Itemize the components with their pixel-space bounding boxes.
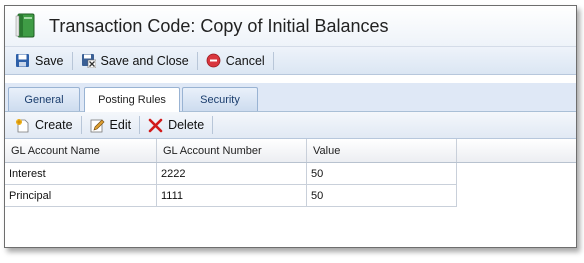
save-button[interactable]: Save bbox=[9, 50, 70, 72]
toolbar-divider bbox=[212, 116, 214, 134]
green-book-icon bbox=[15, 13, 37, 39]
toolbar-divider bbox=[139, 116, 141, 134]
cell-gl-account-name: Interest bbox=[5, 163, 157, 185]
edit-pencil-icon bbox=[90, 118, 105, 133]
floppy-disk-icon bbox=[15, 53, 30, 68]
main-toolbar: Save Save and Close Cancel bbox=[5, 47, 576, 75]
tab-general[interactable]: General bbox=[8, 87, 80, 111]
cancel-label: Cancel bbox=[225, 53, 265, 68]
cell-gl-account-number: 2222 bbox=[157, 163, 307, 185]
save-and-close-button[interactable]: Save and Close bbox=[75, 50, 195, 72]
cell-value: 50 bbox=[307, 185, 457, 207]
cancel-icon bbox=[206, 53, 221, 68]
toolbar-divider bbox=[80, 116, 82, 134]
column-header-value[interactable]: Value bbox=[307, 139, 457, 162]
delete-label: Delete bbox=[168, 118, 205, 132]
column-header-gl-account-number[interactable]: GL Account Number bbox=[157, 139, 307, 162]
grid-toolbar: Create Edit Delete bbox=[5, 112, 576, 139]
table-row[interactable]: Interest 2222 50 bbox=[5, 163, 457, 185]
edit-button[interactable]: Edit bbox=[84, 114, 138, 136]
grid-header: GL Account Name GL Account Number Value bbox=[5, 139, 457, 163]
cancel-button[interactable]: Cancel bbox=[200, 50, 271, 72]
grid-header-filler bbox=[457, 139, 576, 163]
save-label: Save bbox=[35, 53, 64, 68]
cell-gl-account-number: 1111 bbox=[157, 185, 307, 207]
table-row[interactable]: Principal 1111 50 bbox=[5, 185, 457, 207]
toolbar-divider bbox=[196, 51, 198, 70]
cell-gl-account-name: Principal bbox=[5, 185, 157, 207]
column-header-gl-account-name[interactable]: GL Account Name bbox=[5, 139, 157, 162]
toolbar-divider bbox=[272, 51, 274, 70]
tab-security[interactable]: Security bbox=[182, 87, 258, 111]
window-title: Transaction Code: Copy of Initial Balanc… bbox=[49, 15, 389, 36]
new-document-icon bbox=[15, 118, 30, 133]
tab-posting-rules[interactable]: Posting Rules bbox=[84, 87, 180, 112]
save-and-close-label: Save and Close bbox=[100, 53, 189, 68]
delete-button[interactable]: Delete bbox=[142, 114, 210, 136]
tab-strip: General Posting Rules Security bbox=[5, 75, 576, 112]
create-label: Create bbox=[35, 118, 73, 132]
create-button[interactable]: Create bbox=[9, 114, 79, 136]
title-bar: Transaction Code: Copy of Initial Balanc… bbox=[5, 6, 576, 47]
edit-label: Edit bbox=[109, 118, 132, 132]
app-window: Transaction Code: Copy of Initial Balanc… bbox=[4, 5, 577, 248]
gl-accounts-grid: GL Account Name GL Account Number Value … bbox=[5, 139, 457, 207]
save-close-icon bbox=[81, 53, 96, 69]
toolbar-divider bbox=[71, 51, 73, 70]
cell-value: 50 bbox=[307, 163, 457, 185]
delete-x-icon bbox=[148, 118, 163, 133]
